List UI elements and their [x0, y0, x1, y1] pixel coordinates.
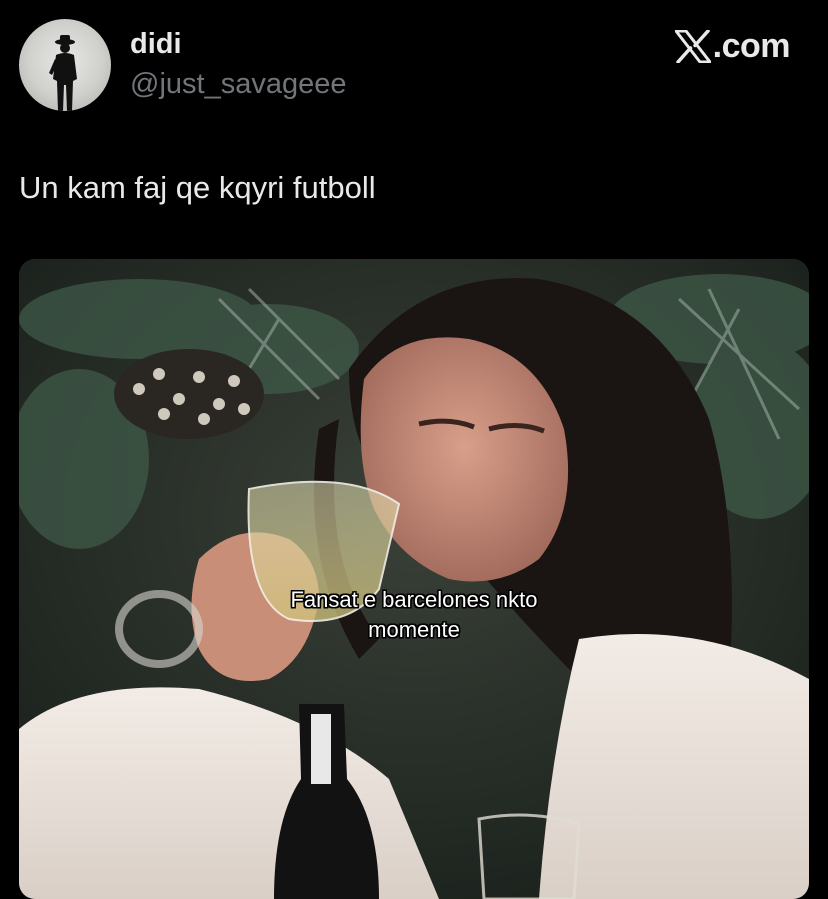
- brand-text: .com: [712, 26, 791, 65]
- author-display-name[interactable]: didi: [130, 28, 182, 61]
- x-brand: .com: [674, 26, 791, 66]
- tweet-text: Un kam faj qe kqyri futboll: [19, 170, 376, 205]
- silhouette-avatar-icon: [49, 35, 77, 111]
- author-avatar[interactable]: [19, 19, 111, 111]
- author-handle[interactable]: @just_savageee: [130, 68, 346, 101]
- caption-line-1: Fansat e barcelones nkto: [290, 587, 538, 612]
- tweet-media[interactable]: Fansat e barcelones nkto momente: [19, 259, 809, 899]
- media-image: [19, 259, 809, 899]
- x-logo-icon: [674, 29, 711, 63]
- caption-line-2: momente: [368, 617, 460, 642]
- meme-caption: Fansat e barcelones nkto momente: [19, 585, 809, 645]
